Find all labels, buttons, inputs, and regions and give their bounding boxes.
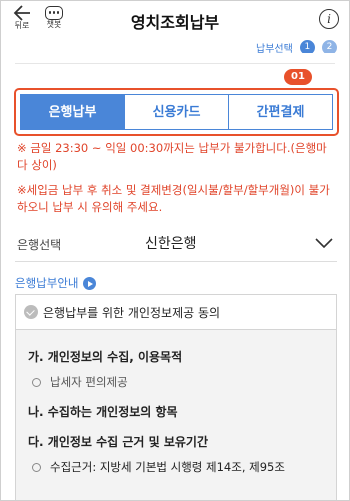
bank-payment-guide-link[interactable]: 은행납부안내 bbox=[15, 275, 97, 291]
tab-easy-payment[interactable]: 간편결제 bbox=[228, 95, 332, 129]
consent-item-basis-text: 수집근거: 지방세 기본법 시행령 제14조, 제95조 bbox=[50, 460, 285, 474]
payment-method-tabs: 은행납부 신용카드 간편결제 bbox=[20, 94, 333, 130]
step-label: 납부선택 bbox=[256, 44, 293, 53]
divider bbox=[15, 63, 335, 64]
consent-item-purpose: 납세자 편의제공 bbox=[32, 374, 128, 390]
notice-cancel-restriction: ※세입금 납부 후 취소 및 결제변경(일시불/할부/할부개월)이 불가하오니 … bbox=[17, 183, 330, 214]
consent-details: 가. 개인정보의 수집, 이용목적 납세자 편의제공 나. 수집하는 개인정보의… bbox=[15, 329, 337, 500]
consent-item-purpose-text: 납세자 편의제공 bbox=[50, 375, 128, 389]
info-icon[interactable]: i bbox=[319, 9, 339, 29]
page-title: 영치조회납부 bbox=[130, 13, 220, 32]
bank-select-label: 은행선택 bbox=[17, 238, 62, 252]
consent-item-basis: 수집근거: 지방세 기본법 시행령 제14조, 제95조 bbox=[32, 459, 285, 475]
step-indicator: 납부선택 1 2 bbox=[256, 37, 337, 53]
payment-method-highlight: 은행납부 신용카드 간편결제 bbox=[14, 88, 339, 136]
play-icon bbox=[83, 277, 97, 290]
screen: 뒤로 챗봇 영치조회납부 i 납부선택 1 2 01 은행납부 신용카드 간편결… bbox=[0, 0, 350, 501]
consent-heading-basis: 다. 개인정보 수집 근거 및 보유기간 bbox=[28, 435, 209, 449]
tab-bank-payment[interactable]: 은행납부 bbox=[21, 95, 124, 129]
chevron-down-icon[interactable] bbox=[315, 238, 333, 248]
consent-heading-items: 나. 수집하는 개인정보의 항목 bbox=[28, 405, 178, 419]
consent-checkbox-row[interactable]: 은행납부를 위한 개인정보제공 동의 bbox=[15, 294, 337, 330]
guide-label: 은행납부안내 bbox=[15, 276, 79, 290]
notice-time-restriction: ※ 금일 23:30 ~ 익일 00:30까지는 납부가 불가합니다.(은행마다… bbox=[17, 141, 327, 172]
checkmark-icon[interactable] bbox=[24, 305, 38, 319]
step-1: 1 bbox=[299, 40, 315, 53]
tab-credit-card[interactable]: 신용카드 bbox=[124, 95, 228, 129]
consent-label: 은행납부를 위한 개인정보제공 동의 bbox=[43, 306, 221, 320]
bank-select-underline bbox=[15, 261, 337, 262]
annotation-marker: 01 bbox=[284, 69, 312, 85]
bank-select-value[interactable]: 신한은행 bbox=[145, 233, 197, 253]
consent-heading-purpose: 가. 개인정보의 수집, 이용목적 bbox=[28, 350, 183, 364]
step-2: 2 bbox=[322, 40, 337, 53]
